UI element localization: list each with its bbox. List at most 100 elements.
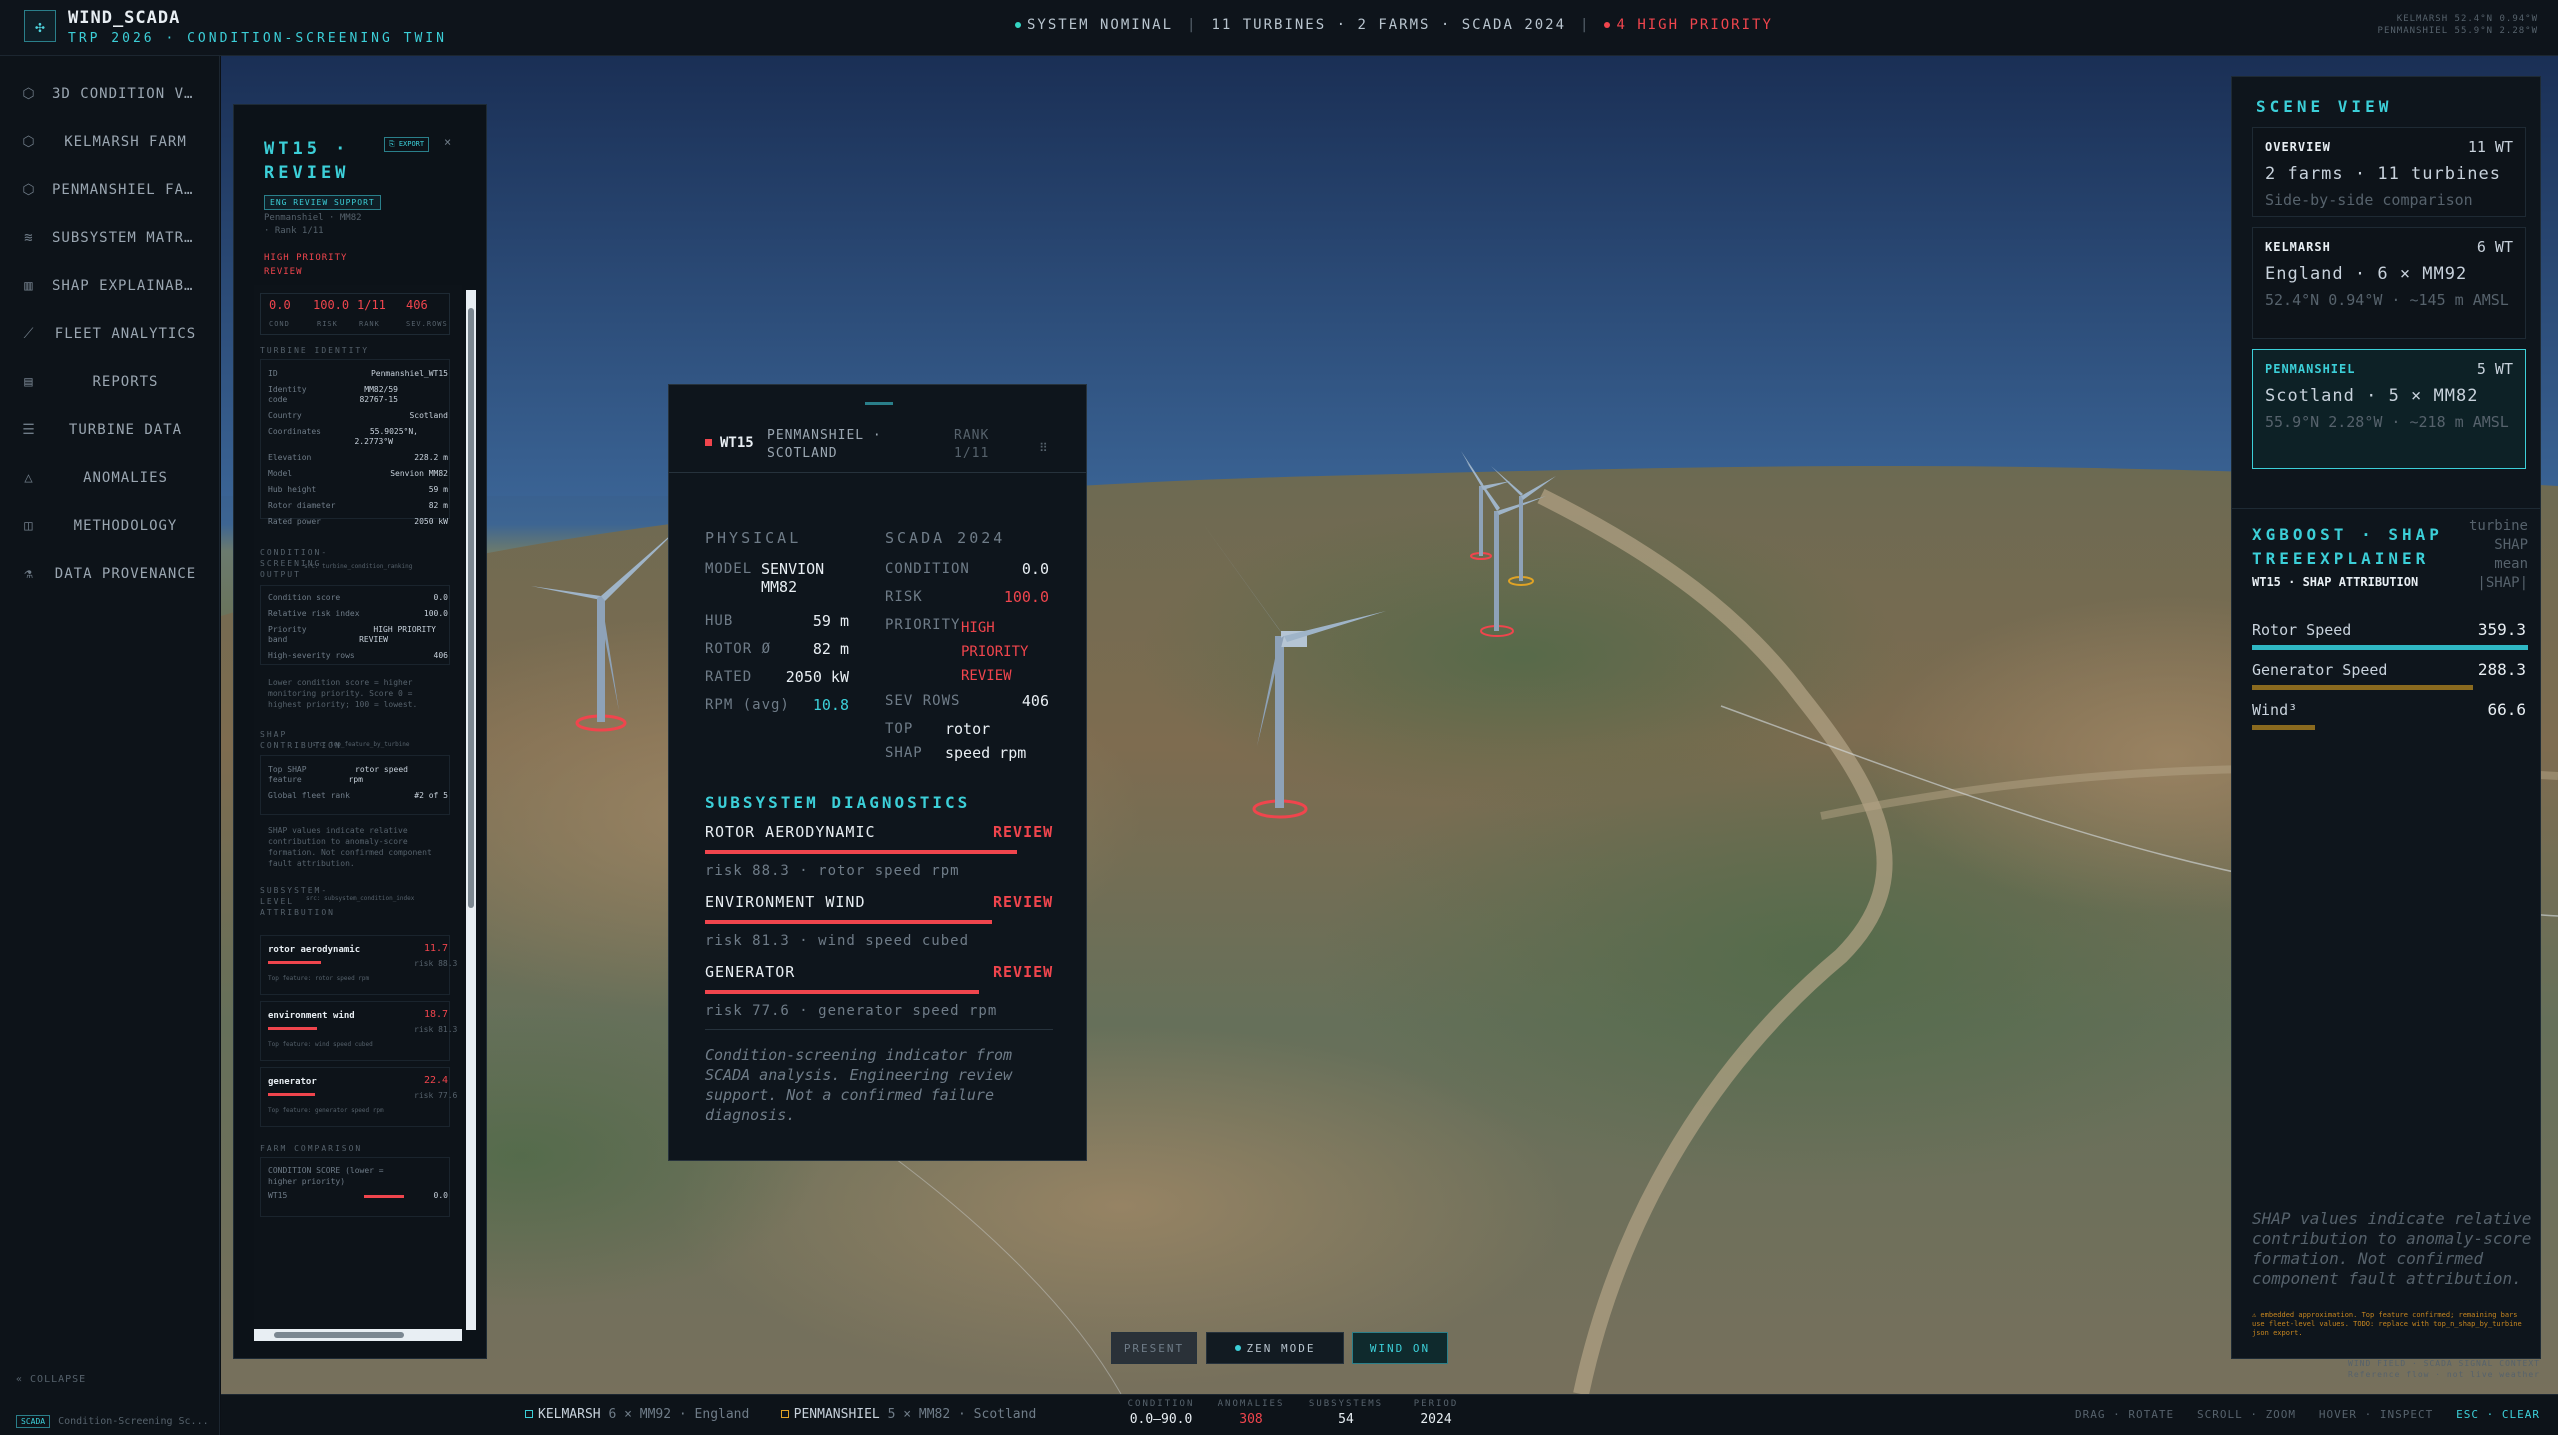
- wind-toggle-button[interactable]: WIND ON: [1352, 1332, 1448, 1364]
- scada-tag: SCADA: [16, 1415, 51, 1428]
- sidebar-footer: SCADA Condition-Screening Sc...: [16, 1415, 209, 1428]
- vertical-scrollbar[interactable]: [466, 290, 476, 1330]
- subsystem-risk: risk 88.3 · rotor speed rpm: [705, 863, 960, 879]
- attribution-bar: [268, 1027, 317, 1030]
- shap-feature-name: Wind³: [2252, 701, 2298, 719]
- popup-disclaimer: Condition-screening indicator from SCADA…: [705, 1046, 1013, 1124]
- separator: |: [1187, 17, 1198, 33]
- sidebar-item-methodology[interactable]: ◫ METHODOLOGY: [0, 502, 219, 550]
- attribution-value: 22.4: [424, 1075, 449, 1086]
- attribution-bar: [268, 1093, 315, 1096]
- kelmarsh-swatch: [525, 1410, 533, 1418]
- drag-handle-icon[interactable]: ⠿: [1039, 441, 1048, 455]
- review-meta: Penmanshiel · MM82 · Rank 1/11: [264, 213, 362, 236]
- subsystem-name[interactable]: ROTOR AERODYNAMIC: [705, 823, 876, 841]
- review-title: WT15 · REVIEW: [264, 139, 350, 183]
- app-subtitle: TRP 2026 · CONDITION-SCREENING TWIN: [68, 31, 447, 46]
- scrollbar-thumb[interactable]: [468, 308, 474, 908]
- shap-src: src: top_feature_by_turbine: [312, 741, 410, 748]
- sidebar-item-shap-explainability[interactable]: ▥ SHAP EXPLAINABILITY: [0, 262, 219, 310]
- turbine-icon: ✣: [24, 10, 56, 42]
- screening-row: band REVIEW: [268, 635, 388, 644]
- export-button[interactable]: ⎘ EXPORT: [384, 137, 430, 152]
- attribution-value: 18.7: [424, 1009, 449, 1020]
- kelmarsh-coords: KELMARSH 52.4°N 0.94°W: [2396, 14, 2538, 24]
- scada-heading: SCADA 2024: [885, 529, 1006, 547]
- stat-period: PERIOD 2024: [1413, 1399, 1459, 1427]
- subsystem-name[interactable]: GENERATOR: [705, 963, 795, 981]
- layers-icon: ≋: [24, 230, 34, 246]
- sidebar-item-subsystem-matrix[interactable]: ≋ SUBSYSTEM MATRIX: [0, 214, 219, 262]
- review-scroll-area[interactable]: 0.0 COND 100.0 RISK 1/11 RANK 406 SEV.RO…: [254, 285, 462, 1340]
- subsystem-name[interactable]: ENVIRONMENT WIND: [705, 893, 866, 911]
- popup-grip-handle[interactable]: [865, 402, 893, 405]
- high-priority-count[interactable]: 4 HIGH PRIORITY: [1616, 17, 1772, 33]
- scada-condition-value: 0.0: [1021, 560, 1049, 578]
- attribution-feature: Top feature: rotor speed rpm: [268, 975, 370, 982]
- physical-rotor-value: 82 m: [812, 640, 849, 658]
- physical-rpm-value: 10.8: [812, 696, 849, 714]
- sidebar-item-data-provenance[interactable]: ⚗ DATA PROVENANCE: [0, 550, 219, 598]
- screening-note: Lower condition score = higher monitorin…: [268, 678, 418, 709]
- scene-card-penmanshiel[interactable]: PENMANSHIEL 5 WT Scotland · 5 × MM82 55.…: [2252, 349, 2526, 469]
- scrollbar-thumb[interactable]: [274, 1332, 404, 1338]
- sidebar-item-anomalies[interactable]: △ ANOMALIES: [0, 454, 219, 502]
- legend-kelmarsh[interactable]: KELMARSH: [538, 1407, 601, 1422]
- alert-dot-icon: [1604, 22, 1611, 28]
- sidebar-item-3d-condition-view[interactable]: ⬡ 3D CONDITION VIEW: [0, 70, 219, 118]
- subsystem-risk: risk 81.3 · wind speed cubed: [705, 933, 970, 949]
- attribution-bar: [268, 961, 321, 964]
- shap-feature-name: Rotor Speed: [2252, 621, 2352, 639]
- shap-approximation-warning: ⚠ embedded approximation. Top feature co…: [2252, 1311, 2522, 1337]
- present-button[interactable]: PRESENT: [1111, 1332, 1197, 1364]
- attribution-risk: risk 81.3: [414, 1025, 458, 1034]
- physical-model-value: SENVION MM82: [761, 560, 825, 596]
- close-icon[interactable]: ×: [444, 135, 451, 149]
- legend-penmanshiel[interactable]: PENMANSHIEL: [794, 1407, 880, 1422]
- physical-hub-value: 59 m: [812, 612, 849, 630]
- 3d-scene-viewport[interactable]: [221, 56, 2558, 1394]
- scada-condition-key: CONDITION: [885, 561, 970, 577]
- scene-card-kelmarsh[interactable]: KELMARSH 6 WT England · 6 × MM92 52.4°N …: [2252, 227, 2526, 339]
- sidebar-item-turbine-data[interactable]: ☰ TURBINE DATA: [0, 406, 219, 454]
- zen-mode-button[interactable]: ZEN MODE: [1206, 1332, 1344, 1364]
- scene-card-overview[interactable]: OVERVIEW 11 WT 2 farms · 11 turbines Sid…: [2252, 127, 2526, 217]
- attribution-name: rotor aerodynamic: [268, 945, 361, 955]
- footer-text: Condition-Screening Sc...: [58, 1416, 209, 1427]
- subsystem-risk-bar: [705, 990, 979, 994]
- sidebar-item-reports[interactable]: ▤ REPORTS: [0, 358, 219, 406]
- physical-model-key: MODEL: [705, 561, 753, 577]
- shap-feature-bar: [2252, 645, 2528, 650]
- esc-clear-hint[interactable]: ESC · CLEAR: [2456, 1408, 2540, 1421]
- identity-row: Hub height 59 m: [268, 485, 448, 494]
- subsystem-flag: REVIEW: [993, 893, 1054, 911]
- popup-rank: RANK 1/11: [954, 428, 990, 461]
- zen-dot-icon: [1234, 1345, 1241, 1351]
- scada-priority-key: PRIORITY: [885, 617, 961, 633]
- popup-header: WT15 PENMANSHIEL · SCOTLAND RANK 1/11 ⠿: [669, 415, 1086, 473]
- shap-row: feature rpm: [268, 775, 363, 784]
- sidebar-item-fleet-analytics[interactable]: ⟋ FLEET ANALYTICS: [0, 310, 219, 358]
- separator: |: [1580, 17, 1591, 33]
- attribution-risk: risk 88.3: [414, 959, 458, 968]
- horizontal-scrollbar[interactable]: [254, 1329, 462, 1341]
- database-icon: ☰: [22, 422, 36, 438]
- identity-row: Elevation 228.2 m: [268, 453, 448, 462]
- collapse-button[interactable]: « COLLAPSE: [16, 1374, 86, 1385]
- subsystem-flag: REVIEW: [993, 823, 1054, 841]
- turbine-review-panel: WT15 · REVIEW ⎘ EXPORT × ENG REVIEW SUPPO…: [233, 104, 487, 1359]
- stat-subsystems: SUBSYSTEMS 54: [1308, 1399, 1384, 1427]
- fleet-summary: 11 TURBINES · 2 FARMS · SCADA 2024: [1211, 17, 1567, 33]
- bar-chart-icon: ▥: [24, 278, 34, 294]
- physical-rated-value: 2050 kW: [785, 668, 849, 686]
- farm-comparison-bar: [364, 1195, 404, 1198]
- turbine-detail-popup[interactable]: WT15 PENMANSHIEL · SCOTLAND RANK 1/11 ⠿ PH…: [668, 384, 1087, 1161]
- sidebar-item-kelmarsh-farm[interactable]: ⬡ KELMARSH FARM: [0, 118, 219, 166]
- shap-row: Global fleet rank #2 of 5: [268, 791, 448, 800]
- subsystem-risk: risk 77.6 · generator speed rpm: [705, 1003, 998, 1019]
- attribution-risk: risk 77.6: [414, 1091, 458, 1100]
- scada-priority-value: HIGH PRIORITY REVIEW: [961, 620, 1029, 684]
- shap-feature-value: 66.6: [2487, 700, 2526, 719]
- shap-row: Top SHAP rotor speed: [268, 765, 408, 774]
- sidebar-item-penmanshiel-farm[interactable]: ⬡ PENMANSHIEL FARM: [0, 166, 219, 214]
